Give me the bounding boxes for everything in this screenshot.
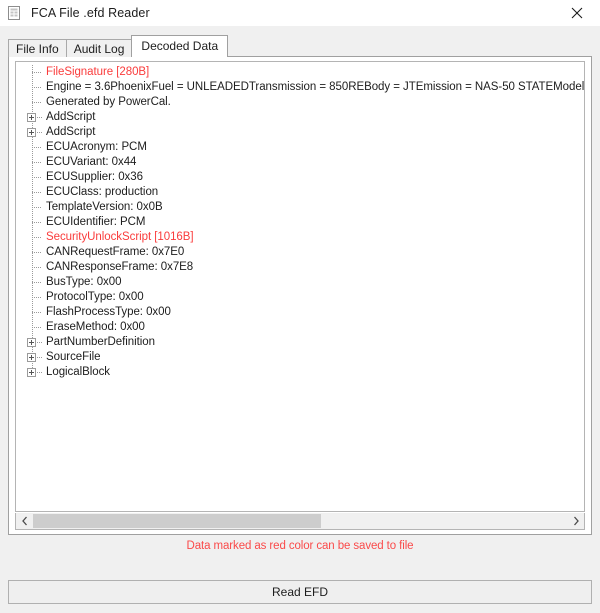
tree-row-label: EraseMethod: 0x00 (46, 321, 145, 333)
tree-connector-icon (37, 342, 42, 343)
tree-connector-icon (32, 87, 41, 88)
tree-connector-icon (32, 282, 41, 283)
read-efd-button[interactable]: Read EFD (8, 580, 592, 604)
tree-connector-icon (32, 162, 41, 163)
tree-connector-icon (32, 267, 41, 268)
expand-plus-icon[interactable] (27, 338, 36, 347)
tree-row[interactable]: ProtocolType: 0x00 (16, 290, 584, 305)
tree-row[interactable]: ECUAcronym: PCM (16, 140, 584, 155)
tree-connector-icon (32, 207, 41, 208)
tree-row-label: AddScript (46, 126, 96, 138)
tree-row[interactable]: PartNumberDefinition (16, 335, 584, 350)
tree-row[interactable]: EraseMethod: 0x00 (16, 320, 584, 335)
status-note: Data marked as red color can be saved to… (186, 540, 414, 552)
tree-row-label: Engine = 3.6PhoenixFuel = UNLEADEDTransm… (46, 81, 585, 93)
tab-file-info[interactable]: File Info (8, 39, 67, 57)
tree-row-label: Generated by PowerCal. (46, 96, 171, 108)
tree-row[interactable]: CANRequestFrame: 0x7E0 (16, 245, 584, 260)
decoded-data-treeview[interactable]: FileSignature [280B] Engine = 3.6Phoenix… (15, 61, 585, 512)
tree-row[interactable]: FlashProcessType: 0x00 (16, 305, 584, 320)
tree-row-label: PartNumberDefinition (46, 336, 155, 348)
tree-row-label: FileSignature [280B] (46, 66, 150, 78)
tree-connector-icon (32, 297, 41, 298)
tree-row-label: SourceFile (46, 351, 101, 363)
tree-row[interactable]: AddScript (16, 110, 584, 125)
tree-rows-container: FileSignature [280B] Engine = 3.6Phoenix… (16, 62, 584, 380)
scroll-right-arrow-icon[interactable] (567, 513, 584, 529)
tree-connector-icon (32, 72, 41, 73)
tree-connector-icon (32, 102, 41, 103)
tree-connector-icon (32, 327, 41, 328)
tree-row-label: ECUClass: production (46, 186, 159, 198)
tree-row[interactable]: BusType: 0x00 (16, 275, 584, 290)
tree-row-label: ECUSupplier: 0x36 (46, 171, 143, 183)
tab-decoded-data[interactable]: Decoded Data (131, 35, 229, 57)
tree-connector-icon (37, 357, 42, 358)
tab-strip: File Info Audit Log Decoded Data (8, 35, 229, 57)
decoded-data-panel: FileSignature [280B] Engine = 3.6Phoenix… (8, 56, 592, 535)
tree-row[interactable]: ECUClass: production (16, 185, 584, 200)
tree-row[interactable]: ECUVariant: 0x44 (16, 155, 584, 170)
tree-connector-icon (32, 252, 41, 253)
tree-row-label: SecurityUnlockScript [1016B] (46, 231, 194, 243)
expand-plus-icon[interactable] (27, 353, 36, 362)
tree-connector-icon (32, 237, 41, 238)
tree-row[interactable]: FileSignature [280B] (16, 65, 584, 80)
window-title: FCA File .efd Reader (31, 6, 150, 20)
tree-row[interactable]: TemplateVersion: 0x0B (16, 200, 584, 215)
tree-row[interactable]: LogicalBlock (16, 365, 584, 380)
tree-row[interactable]: CANResponseFrame: 0x7E8 (16, 260, 584, 275)
tree-row[interactable]: AddScript (16, 125, 584, 140)
expand-plus-icon[interactable] (27, 128, 36, 137)
tree-row-label: LogicalBlock (46, 366, 110, 378)
scrollbar-thumb[interactable] (33, 514, 322, 528)
tree-row-label: ECUAcronym: PCM (46, 141, 147, 153)
tree-connector-icon (32, 147, 41, 148)
tree-row-label: BusType: 0x00 (46, 276, 122, 288)
tab-audit-log[interactable]: Audit Log (65, 39, 133, 57)
horizontal-scrollbar[interactable] (15, 513, 585, 530)
tree-row-label: CANResponseFrame: 0x7E8 (46, 261, 194, 273)
tree-connector-icon (32, 177, 41, 178)
tree-row-label: CANRequestFrame: 0x7E0 (46, 246, 185, 258)
document-grid-icon (6, 5, 22, 21)
tree-connector-icon (37, 117, 42, 118)
tree-row-label: ECUIdentifier: PCM (46, 216, 146, 228)
close-icon[interactable] (554, 0, 600, 26)
tree-row-label: ProtocolType: 0x00 (46, 291, 144, 303)
tree-connector-icon (32, 222, 41, 223)
tree-row-label: TemplateVersion: 0x0B (46, 201, 163, 213)
tree-row-label: AddScript (46, 111, 96, 123)
tree-connector-icon (37, 372, 42, 373)
tree-connector-icon (37, 132, 42, 133)
tree-row[interactable]: ECUIdentifier: PCM (16, 215, 584, 230)
tree-row[interactable]: Generated by PowerCal. (16, 95, 584, 110)
tree-row-label: ECUVariant: 0x44 (46, 156, 137, 168)
tree-row[interactable]: SecurityUnlockScript [1016B] (16, 230, 584, 245)
tree-row[interactable]: SourceFile (16, 350, 584, 365)
scroll-left-arrow-icon[interactable] (16, 513, 33, 529)
expand-plus-icon[interactable] (27, 113, 36, 122)
window-titlebar: FCA File .efd Reader (0, 0, 600, 26)
tree-connector-icon (32, 312, 41, 313)
tree-row-label: FlashProcessType: 0x00 (46, 306, 171, 318)
tree-connector-icon (32, 192, 41, 193)
scrollbar-track[interactable] (33, 513, 567, 529)
tree-row[interactable]: Engine = 3.6PhoenixFuel = UNLEADEDTransm… (16, 80, 584, 95)
tree-row[interactable]: ECUSupplier: 0x36 (16, 170, 584, 185)
expand-plus-icon[interactable] (27, 368, 36, 377)
